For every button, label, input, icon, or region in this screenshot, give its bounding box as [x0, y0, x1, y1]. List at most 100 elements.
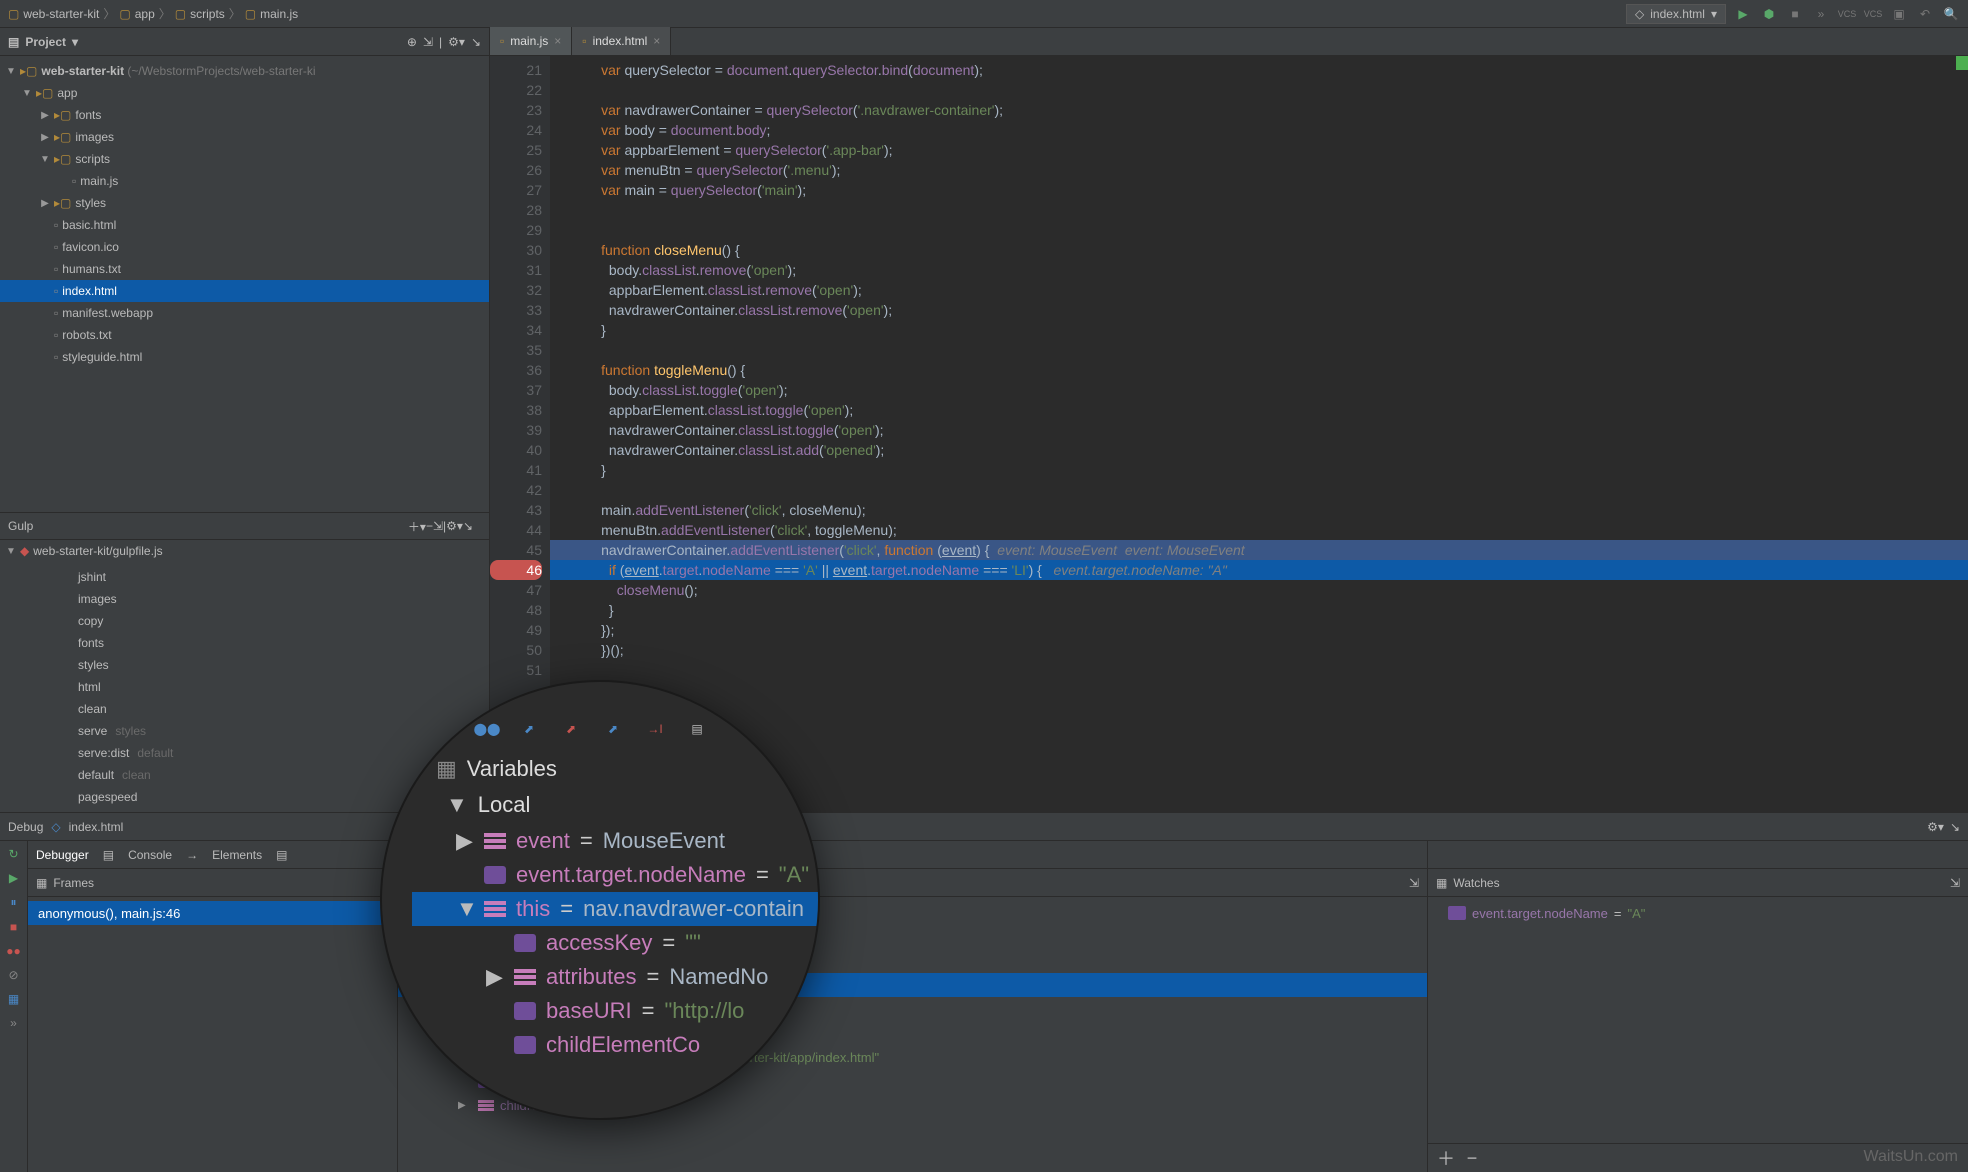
remove-watch-button[interactable]: − [1462, 1148, 1482, 1168]
tree-row[interactable]: ▫main.js [0, 170, 489, 192]
tree-row[interactable]: ▶▸▢images [0, 126, 489, 148]
tab-debugger[interactable]: Debugger [36, 848, 89, 862]
hide-icon[interactable]: ↘ [471, 35, 481, 49]
line-number[interactable]: 43 [490, 500, 542, 520]
line-number[interactable]: 29 [490, 220, 542, 240]
step-over-icon[interactable]: ⬤⬤ [474, 716, 500, 742]
expand-arrow[interactable]: ▼ [6, 546, 16, 557]
hide-icon[interactable]: ↘ [463, 519, 473, 533]
chevron-down-icon[interactable]: ▾ [72, 35, 78, 49]
breadcrumb-item[interactable]: ▢main.js [245, 7, 298, 21]
gulp-task[interactable]: fonts [0, 632, 489, 654]
add-watch-button[interactable]: ＋ [1436, 1148, 1456, 1168]
expand-arrow[interactable]: ▶ [486, 964, 504, 990]
expand-arrow[interactable]: ▶ [456, 828, 474, 854]
code-line[interactable]: navdrawerContainer.classList.add('opened… [550, 440, 1968, 460]
tree-row[interactable]: ▫humans.txt [0, 258, 489, 280]
line-number[interactable]: 38 [490, 400, 542, 420]
expand-arrow[interactable]: ▼ [22, 88, 32, 99]
close-icon[interactable]: × [653, 34, 660, 48]
gulp-task[interactable]: jshint [0, 566, 489, 588]
gear-icon[interactable]: ⚙▾ [446, 519, 463, 533]
code-line[interactable] [550, 200, 1968, 220]
force-step-icon[interactable]: ⬈ [558, 716, 584, 742]
line-number[interactable]: 37 [490, 380, 542, 400]
code-line[interactable]: } [550, 600, 1968, 620]
run-config-selector[interactable]: ◇ index.html ▾ [1626, 4, 1726, 24]
line-number[interactable]: 25 [490, 140, 542, 160]
frame-row[interactable]: anonymous(), main.js:46 [28, 901, 397, 925]
line-number[interactable]: 39 [490, 420, 542, 440]
step-out-icon[interactable]: ⬈ [600, 716, 626, 742]
more-icon[interactable]: ▤ [684, 716, 710, 742]
chevrons-icon[interactable]: » [1812, 5, 1830, 23]
search-icon[interactable]: 🔍 [1942, 5, 1960, 23]
gear-icon[interactable]: ⚙▾ [1927, 820, 1944, 834]
line-number[interactable]: 23 [490, 100, 542, 120]
tab-console[interactable]: Console [128, 848, 172, 862]
tree-row[interactable]: ▫favicon.ico [0, 236, 489, 258]
vcs-up-icon[interactable]: VCS [1838, 5, 1856, 23]
remove-icon[interactable]: − [426, 519, 433, 533]
expand-arrow[interactable]: ▶ [40, 198, 50, 209]
code-line[interactable]: body.classList.toggle('open'); [550, 380, 1968, 400]
pause-icon[interactable]: ⏸ [10, 895, 16, 910]
more-icon[interactable]: » [10, 1016, 17, 1030]
resume-icon[interactable]: ▶ [9, 871, 18, 885]
more-tabs-icon[interactable]: ▤ [276, 848, 287, 862]
breadcrumb-item[interactable]: ▢web-starter-kit〉 [8, 5, 115, 22]
lens-variable-row[interactable]: accessKey="" [412, 926, 818, 960]
restore-icon[interactable]: ⇲ [1950, 876, 1960, 890]
line-number[interactable]: 46 [490, 560, 542, 580]
code-line[interactable]: navdrawerContainer.addEventListener('cli… [550, 540, 1968, 560]
code-line[interactable]: function closeMenu() { [550, 240, 1968, 260]
undo-icon[interactable]: ↶ [1916, 5, 1934, 23]
lens-variable-row[interactable]: event.target.nodeName="A" [412, 858, 818, 892]
lens-variable-row[interactable]: baseURI="http://lo [412, 994, 818, 1028]
line-number[interactable]: 21 [490, 60, 542, 80]
line-number[interactable]: 27 [490, 180, 542, 200]
vcs-down-icon[interactable]: VCS [1864, 5, 1882, 23]
gear-icon[interactable]: ⚙▾ [448, 35, 465, 49]
line-number[interactable]: 51 [490, 660, 542, 680]
code-line[interactable]: var main = querySelector('main'); [550, 180, 1968, 200]
rerun-icon[interactable]: ↻ [8, 847, 18, 861]
expand-arrow[interactable]: ▶ [40, 132, 50, 143]
target-icon[interactable]: ⊕ [407, 35, 417, 49]
breadcrumb-item[interactable]: ▢app〉 [119, 5, 170, 22]
tree-row[interactable]: ▫manifest.webapp [0, 302, 489, 324]
line-number[interactable]: 22 [490, 80, 542, 100]
tree-row[interactable]: ▼▸▢app [0, 82, 489, 104]
tree-row[interactable]: ▼▸▢scripts [0, 148, 489, 170]
view-breakpoints-icon[interactable]: ●● [6, 944, 21, 958]
code-line[interactable]: }); [550, 620, 1968, 640]
tree-row[interactable]: ▶▸▢styles [0, 192, 489, 214]
line-number[interactable]: 28 [490, 200, 542, 220]
code-line[interactable]: } [550, 460, 1968, 480]
line-number[interactable]: 44 [490, 520, 542, 540]
run-to-icon[interactable]: →I [642, 716, 668, 742]
box-icon[interactable]: ▣ [1890, 5, 1908, 23]
play-icon[interactable]: ▶ [1734, 5, 1752, 23]
code-line[interactable] [550, 220, 1968, 240]
line-number[interactable]: 32 [490, 280, 542, 300]
stop-icon[interactable]: ■ [10, 920, 17, 934]
bug-icon[interactable]: ⬢ [1760, 5, 1778, 23]
line-number[interactable]: 41 [490, 460, 542, 480]
line-number[interactable]: 36 [490, 360, 542, 380]
tree-row[interactable]: ▫basic.html [0, 214, 489, 236]
code-line[interactable]: var menuBtn = querySelector('.menu'); [550, 160, 1968, 180]
line-number[interactable]: 42 [490, 480, 542, 500]
close-icon[interactable]: × [554, 34, 561, 48]
code-line[interactable]: appbarElement.classList.remove('open'); [550, 280, 1968, 300]
tree-row[interactable]: ▼▸▢web-starter-kit (~/WebstormProjects/w… [0, 60, 489, 82]
expand-arrow[interactable]: ▼ [40, 154, 50, 165]
lens-variable-row[interactable]: ▼this=nav.navdrawer-contain [412, 892, 818, 926]
collapse-icon[interactable]: ⇲ [433, 519, 443, 533]
code-line[interactable]: var body = document.body; [550, 120, 1968, 140]
mute-breakpoints-icon[interactable]: ⊘ [8, 968, 18, 982]
line-number[interactable]: 30 [490, 240, 542, 260]
line-number[interactable]: 34 [490, 320, 542, 340]
code-line[interactable]: var querySelector = document.querySelect… [550, 60, 1968, 80]
gulp-task[interactable]: copy [0, 610, 489, 632]
